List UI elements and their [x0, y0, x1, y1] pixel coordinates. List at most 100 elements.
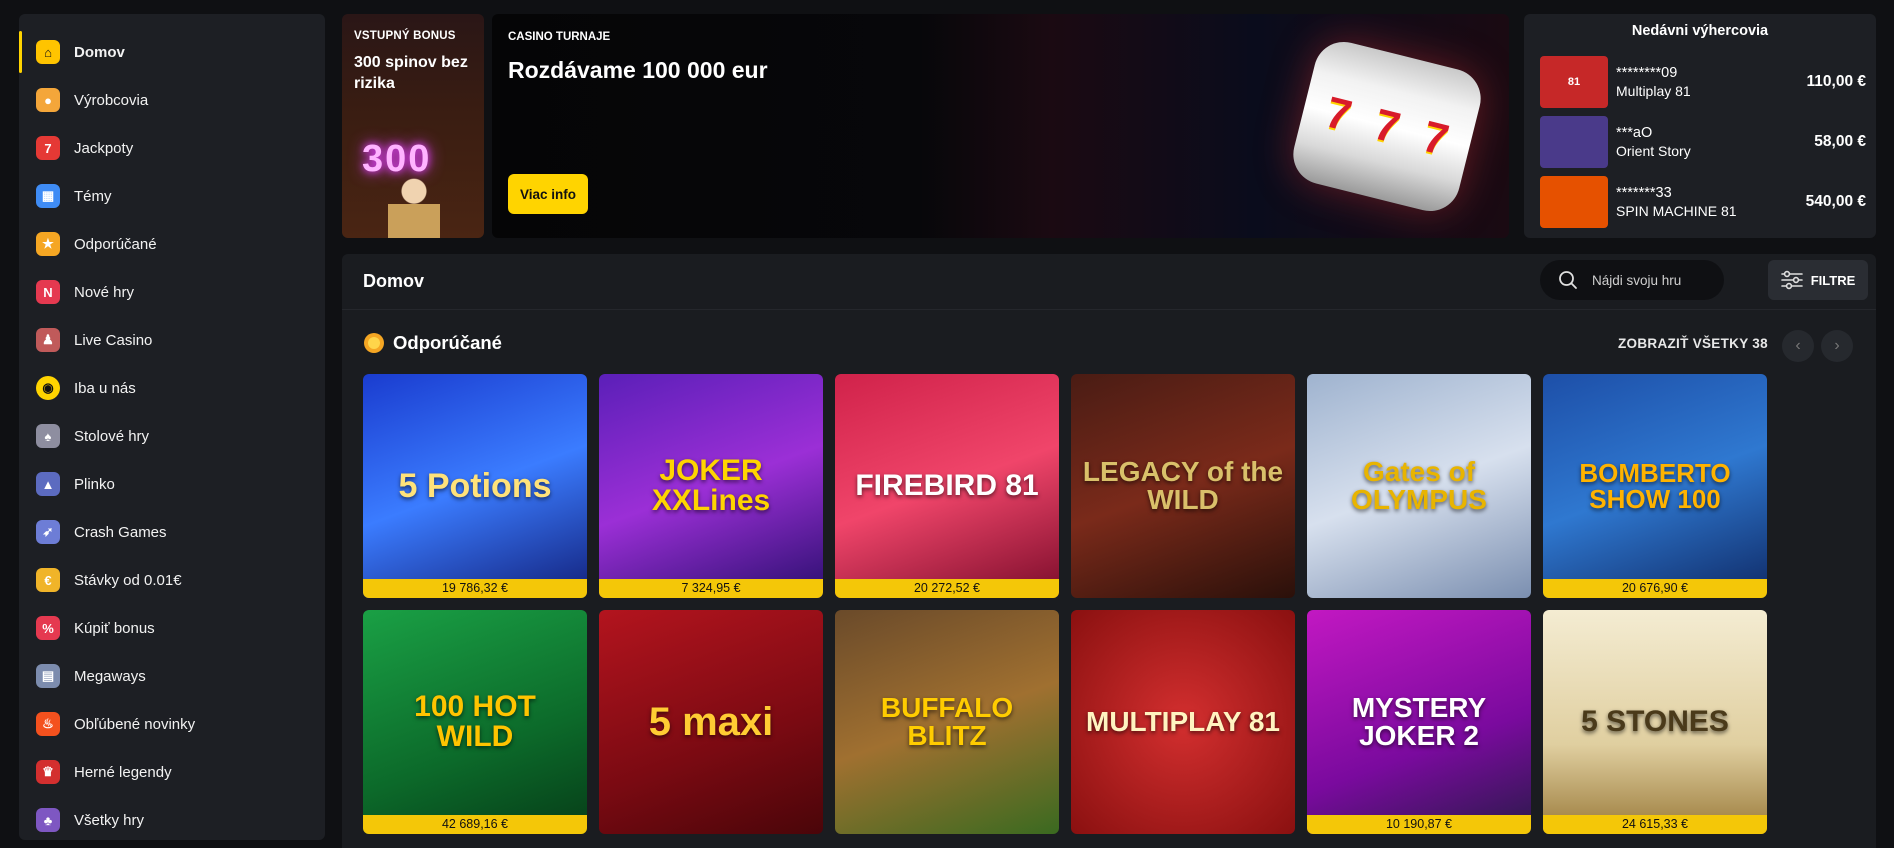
page-title: Domov [363, 271, 425, 291]
sidebar-item-label: Plinko [74, 475, 115, 493]
bonus-neon-sign: 300 [362, 138, 432, 180]
sidebar-item[interactable]: ◉ Iba u nás [19, 364, 325, 412]
winner-username: *******33 [1616, 185, 1672, 201]
sidebar-item[interactable]: ♟ Live Casino [19, 316, 325, 364]
winner-thumb-label: 81 [1567, 76, 1581, 88]
main-header: Domov FILTRE [342, 254, 1876, 310]
sidebar-item[interactable]: ♨ Obľúbené novinky [19, 700, 325, 748]
winner-amount: 540,00 € [1805, 193, 1866, 210]
winner-row[interactable]: *******33 SPIN MACHINE 81 540,00 € [1540, 176, 1870, 228]
carousel-prev-button[interactable]: ‹ [1782, 330, 1814, 362]
game-artwork: 5 Potions [363, 374, 587, 598]
sidebar-item-label: Stávky od 0.01€ [74, 571, 182, 589]
sidebar-item[interactable]: ● Výrobcovia [19, 76, 325, 124]
jackpot-amount: 24 615,33 € [1543, 815, 1767, 834]
sidebar-item[interactable]: ♣ Všetky hry [19, 796, 325, 844]
bonus-banner-title: 300 spinov bez rizika [354, 54, 468, 92]
game-tile[interactable]: BUFFALO BLITZ [835, 610, 1059, 834]
carousel-next-button[interactable]: › [1821, 330, 1853, 362]
game-artwork: FIREBIRD 81 [835, 374, 1059, 598]
filter-button[interactable]: FILTRE [1768, 260, 1868, 300]
recent-winners-title: Nedávni výhercovia [1631, 23, 1769, 39]
sidebar-item[interactable]: N Nové hry [19, 268, 325, 316]
game-title: Gates of OLYMPUS [1351, 456, 1487, 515]
search-input[interactable] [1592, 272, 1722, 288]
sidebar-item-label: Výrobcovia [74, 91, 149, 109]
game-artwork: 5 maxi [599, 610, 823, 834]
filter-label: FILTRE [1810, 272, 1856, 288]
game-title: BOMBERTO SHOW 100 [1579, 458, 1731, 514]
sidebar-item-label: Megaways [74, 667, 146, 685]
game-title: 5 maxi [648, 700, 774, 744]
sidebar-item-label: Crash Games [74, 523, 167, 541]
winner-info: ***aO Orient Story [1616, 125, 1814, 159]
game-tile[interactable]: 5 STONES 24 615,33 € [1543, 610, 1767, 834]
fire-icon: ♨ [36, 712, 60, 736]
sidebar-item[interactable]: € Stávky od 0.01€ [19, 556, 325, 604]
sidebar-item-label: Live Casino [74, 331, 153, 349]
sidebar: ⌂ Domov ● Výrobcovia 7 Jackpoty ▦ Témy ★ Odporúča… [19, 14, 325, 840]
game-artwork: 5 STONES [1543, 610, 1767, 834]
reel-symbol: 7 [1369, 99, 1405, 153]
section-title: Odporúčané [393, 332, 502, 353]
bonus-banner[interactable]: VSTUPNÝ BONUS 300 spinov bez rizika 300 [342, 14, 484, 238]
game-artwork: MYSTERY JOKER 2 [1307, 610, 1531, 834]
game-tile[interactable]: Gates of OLYMPUS [1307, 374, 1531, 598]
bonus-banner-figure [388, 178, 440, 238]
jackpot-icon: 7 [36, 136, 60, 160]
winner-username: ***aO [1616, 125, 1653, 141]
game-title: FIREBIRD 81 [855, 469, 1039, 502]
search-box[interactable] [1540, 260, 1724, 300]
sidebar-item[interactable]: ⌂ Domov [19, 28, 325, 76]
winner-info: ********09 Multiplay 81 [1616, 65, 1807, 99]
table-games-icon: ♠ [36, 424, 60, 448]
chevron-right-icon: › [1834, 337, 1840, 354]
sidebar-item[interactable]: ♛ Herné legendy [19, 748, 325, 796]
themes-icon: ▦ [36, 184, 60, 208]
game-tile[interactable]: 5 maxi [599, 610, 823, 834]
game-tile[interactable]: LEGACY of the WILD [1071, 374, 1295, 598]
more-info-button[interactable]: Viac info [508, 174, 588, 214]
sidebar-item-label: Všetky hry [74, 811, 145, 829]
winner-row[interactable]: ***aO Orient Story 58,00 € [1540, 116, 1870, 168]
game-tile[interactable]: MYSTERY JOKER 2 10 190,87 € [1307, 610, 1531, 834]
providers-icon: ● [36, 88, 60, 112]
game-title: BUFFALO BLITZ [880, 692, 1014, 751]
game-artwork: BOMBERTO SHOW 100 [1543, 374, 1767, 598]
game-title: 100 HOT WILD [414, 690, 536, 753]
game-artwork: BUFFALO BLITZ [835, 610, 1059, 834]
sidebar-item-label: Jackpoty [74, 139, 134, 157]
game-tile[interactable]: BOMBERTO SHOW 100 20 676,90 € [1543, 374, 1767, 598]
section-header: Odporúčané [363, 332, 502, 354]
winner-username: ********09 [1616, 65, 1678, 81]
game-tile[interactable]: 100 HOT WILD 42 689,16 € [363, 610, 587, 834]
tournament-banner[interactable]: CASINO TURNAJE Rozdávame 100 000 eur Via… [492, 14, 1509, 238]
game-tile[interactable]: MULTIPLAY 81 [1071, 610, 1295, 834]
sidebar-item[interactable]: % Kúpiť bonus [19, 604, 325, 652]
winner-row[interactable]: 81 ********09 Multiplay 81 110,00 € [1540, 56, 1870, 108]
sliders-icon [1780, 270, 1803, 290]
recent-winners-panel: Nedávni výhercovia 81 ********09 Multiplay… [1524, 14, 1876, 238]
sidebar-item[interactable]: ➶ Crash Games [19, 508, 325, 556]
winner-game-thumbnail: 81 [1540, 56, 1608, 108]
sidebar-item[interactable]: ♠ Stolové hry [19, 412, 325, 460]
sidebar-item-label: Témy [74, 187, 112, 205]
sidebar-item-label: Kúpiť bonus [74, 619, 155, 637]
winner-game: Orient Story [1616, 143, 1691, 159]
sidebar-item[interactable]: ★ Odporúčané [19, 220, 325, 268]
sidebar-item[interactable]: 7 Jackpoty [19, 124, 325, 172]
jackpot-amount: 20 676,90 € [1543, 579, 1767, 598]
search-icon [1559, 271, 1577, 289]
sidebar-item-label: Herné legendy [74, 763, 172, 781]
show-all-link[interactable]: ZOBRAZIŤ VŠETKY 38 [1618, 336, 1768, 351]
game-tile[interactable]: FIREBIRD 81 20 272,52 € [835, 374, 1059, 598]
legends-icon: ♛ [36, 760, 60, 784]
sidebar-item-label: Nové hry [74, 283, 135, 301]
game-tile[interactable]: JOKER XXLines 7 324,95 € [599, 374, 823, 598]
sidebar-item[interactable]: ▲ Plinko [19, 460, 325, 508]
sidebar-item[interactable]: ▦ Témy [19, 172, 325, 220]
game-title: 5 Potions [398, 467, 552, 505]
jackpot-amount: 10 190,87 € [1307, 815, 1531, 834]
sidebar-item[interactable]: ▤ Megaways [19, 652, 325, 700]
game-tile[interactable]: 5 Potions 19 786,32 € [363, 374, 587, 598]
